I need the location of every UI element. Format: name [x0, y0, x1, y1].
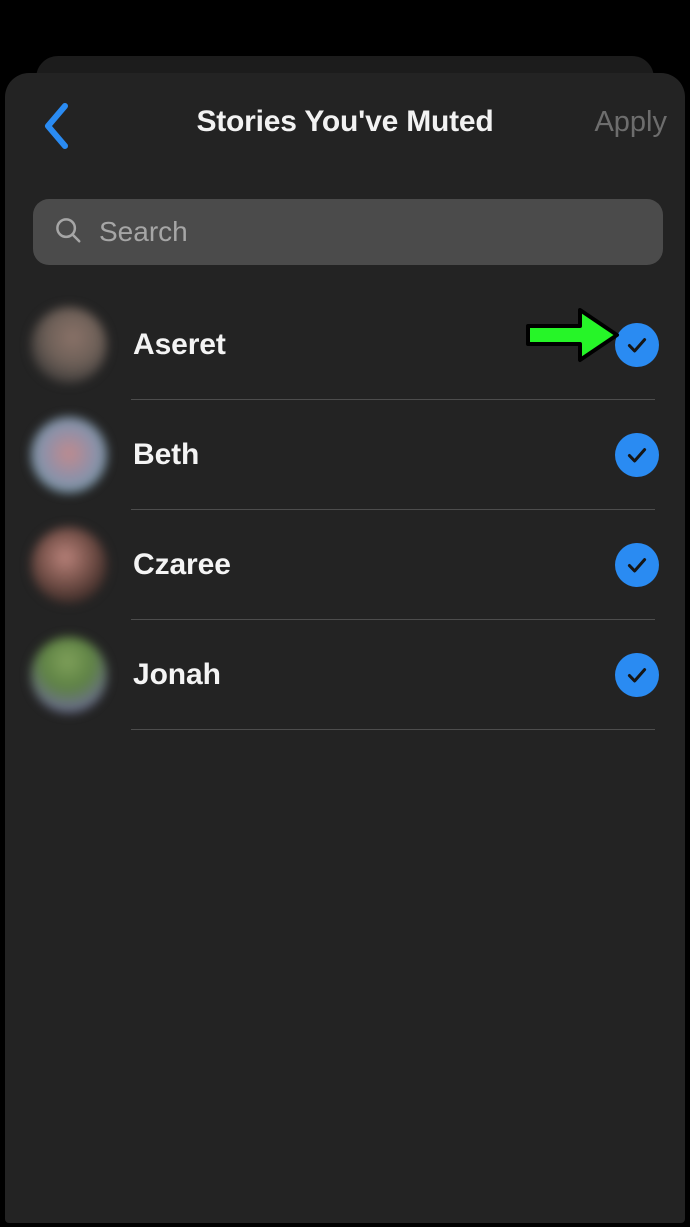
apply-button[interactable]: Apply	[594, 106, 667, 139]
checkmark-circle-icon[interactable]	[615, 323, 659, 367]
navigation-bar: Stories You've Muted Apply	[5, 73, 685, 180]
search-bar[interactable]	[33, 199, 663, 265]
list-item-name: Beth	[133, 438, 200, 471]
search-icon	[53, 215, 83, 250]
table-row[interactable]: Aseret	[5, 290, 685, 400]
avatar	[31, 417, 107, 493]
avatar	[31, 637, 107, 713]
muted-stories-panel: Stories You've Muted Apply Aseret	[5, 73, 685, 1223]
list-item-name: Aseret	[133, 328, 226, 361]
screen-root: Stories You've Muted Apply Aseret	[0, 0, 690, 1227]
table-row[interactable]: Czaree	[5, 510, 685, 620]
table-row[interactable]: Jonah	[5, 620, 685, 730]
search-input[interactable]	[99, 216, 643, 248]
checkmark-circle-icon[interactable]	[615, 653, 659, 697]
avatar	[31, 527, 107, 603]
list-item-name: Jonah	[133, 658, 221, 691]
checkmark-circle-icon[interactable]	[615, 543, 659, 587]
avatar	[31, 307, 107, 383]
row-divider	[131, 729, 655, 730]
list-item-name: Czaree	[133, 548, 231, 581]
page-title: Stories You've Muted	[196, 105, 494, 138]
checkmark-circle-icon[interactable]	[615, 433, 659, 477]
muted-accounts-list: Aseret Beth Czaree Jonah	[5, 290, 685, 730]
table-row[interactable]: Beth	[5, 400, 685, 510]
